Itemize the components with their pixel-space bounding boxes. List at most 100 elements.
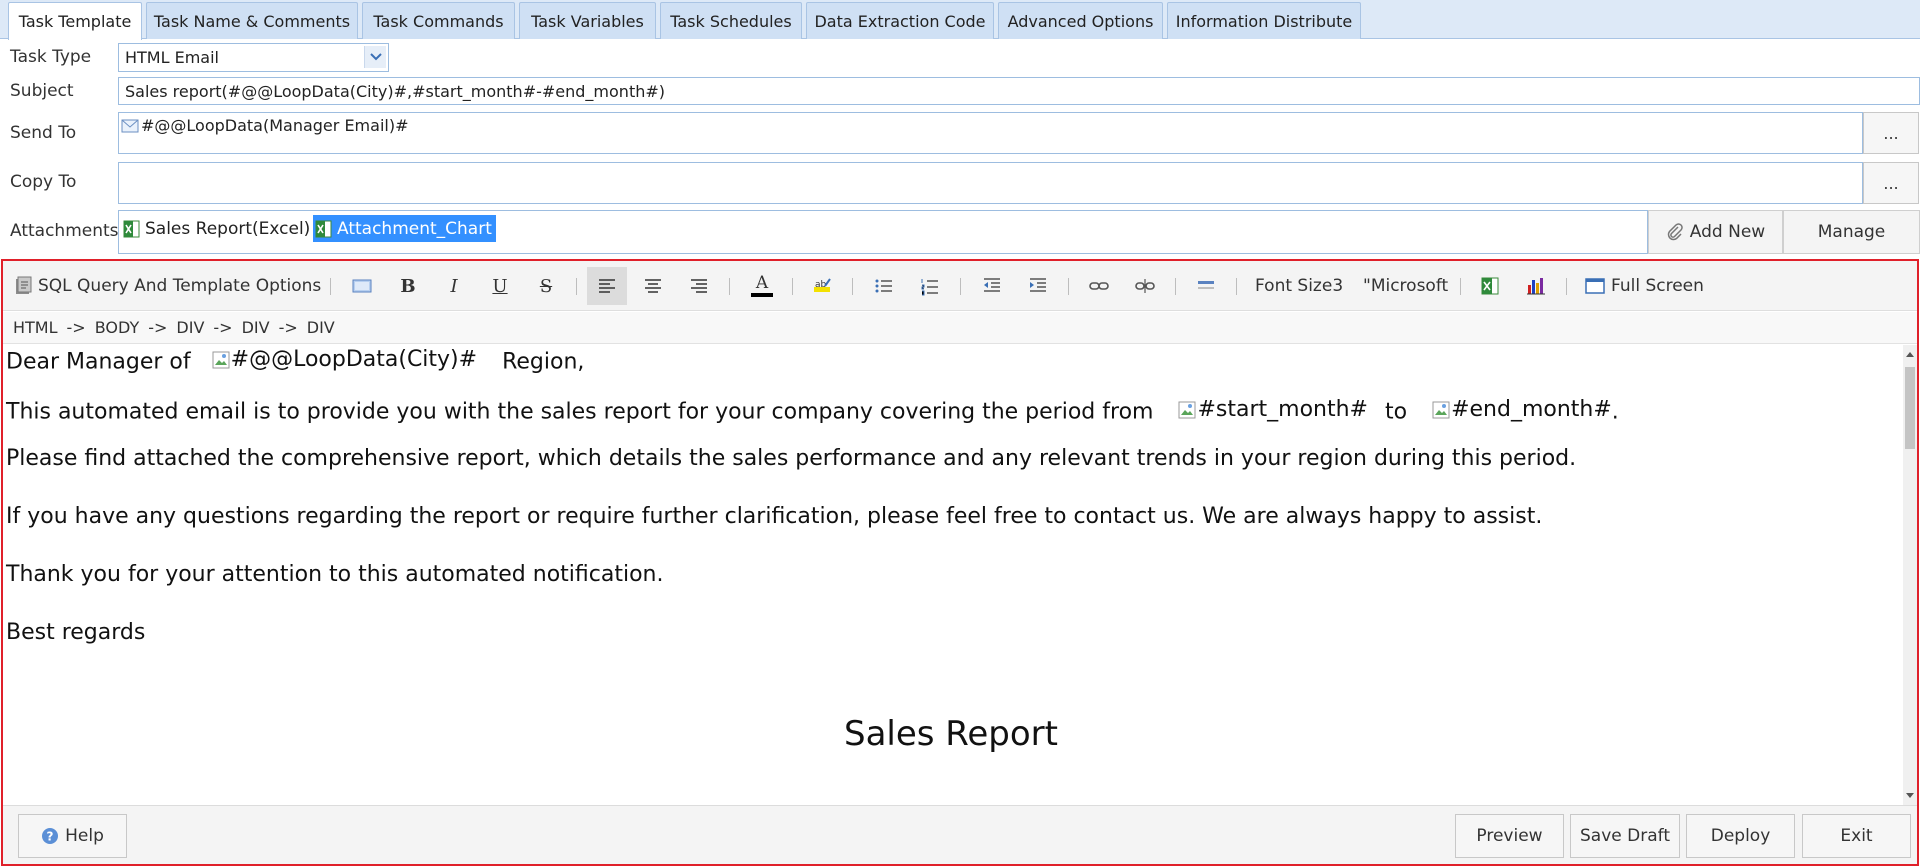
subject-value: Sales report(#@@LoopData(City)#,#start_m… <box>125 82 665 101</box>
align-left-button[interactable] <box>587 267 627 305</box>
link-button[interactable] <box>1084 267 1114 305</box>
tab-advanced-options[interactable]: Advanced Options <box>998 2 1163 39</box>
placeholder-text: #end_month# <box>1451 397 1612 422</box>
end-month-placeholder[interactable]: #end_month# <box>1432 397 1612 422</box>
tab-task-variables[interactable]: Task Variables <box>519 2 656 39</box>
exit-button[interactable]: Exit <box>1802 814 1911 858</box>
placeholder-text: #start_month# <box>1197 397 1368 422</box>
unlink-button[interactable] <box>1130 267 1160 305</box>
tab-label: Task Name & Comments <box>153 11 351 31</box>
align-center-button[interactable] <box>638 267 668 305</box>
toolbar-separator <box>1068 278 1069 295</box>
deploy-button[interactable]: Deploy <box>1686 814 1795 858</box>
send-to-browse-button[interactable]: ... <box>1863 112 1919 154</box>
path-item[interactable]: DIV <box>307 318 335 337</box>
font-color-icon: A <box>755 273 769 293</box>
report-title: Sales Report <box>843 714 1058 754</box>
browse-label: ... <box>1883 123 1899 143</box>
email-icon <box>121 119 139 132</box>
path-item[interactable]: HTML <box>13 318 58 337</box>
highlight-button[interactable]: ab <box>807 267 837 305</box>
city-placeholder[interactable]: #@@LoopData(City)# <box>212 347 477 372</box>
html-editor: SQL Query And Template Options B I U S A… <box>1 259 1919 866</box>
outdent-button[interactable] <box>977 267 1007 305</box>
deploy-label: Deploy <box>1710 826 1771 846</box>
editor-scrollbar[interactable] <box>1903 345 1917 805</box>
italic-button[interactable]: I <box>439 267 469 305</box>
tab-label: Task Template <box>18 12 132 31</box>
align-right-icon <box>691 279 707 293</box>
toolbar-separator <box>960 278 961 295</box>
manage-label: Manage <box>1817 222 1886 242</box>
intro-paragraph: This automated email is to provide you w… <box>6 397 1619 425</box>
toolbar-separator <box>576 278 577 295</box>
tab-label: Task Variables <box>531 11 644 31</box>
chevron-down-icon[interactable] <box>364 46 386 68</box>
greeting-text: Dear Manager of <box>6 349 191 375</box>
help-button[interactable]: ? Help <box>18 814 127 858</box>
intro-text: to <box>1384 399 1408 425</box>
send-to-token[interactable]: #@@LoopData(Manager Email)# <box>121 116 408 135</box>
tab-task-schedules[interactable]: Task Schedules <box>660 2 802 39</box>
broken-image-icon <box>1178 401 1196 418</box>
font-color-button[interactable]: A <box>747 267 777 305</box>
add-new-button[interactable]: Add New <box>1648 210 1783 254</box>
editor-content[interactable]: Dear Manager of #@@LoopData(City)# Regio… <box>3 345 1899 805</box>
horizontal-rule-icon <box>1198 281 1214 289</box>
path-separator: -> <box>66 318 86 337</box>
path-item[interactable]: BODY <box>95 318 140 337</box>
save-draft-button[interactable]: Save Draft <box>1570 814 1680 858</box>
task-type-select[interactable]: HTML Email <box>118 43 389 72</box>
toolbar-separator <box>792 278 793 295</box>
full-screen-button[interactable]: Full Screen <box>1585 267 1704 305</box>
manage-button[interactable]: Manage <box>1783 210 1920 254</box>
insert-chart-button[interactable] <box>1521 267 1551 305</box>
path-item[interactable]: DIV <box>242 318 270 337</box>
scroll-down-icon[interactable] <box>1905 791 1915 801</box>
horizontal-rule-button[interactable] <box>1191 267 1221 305</box>
copy-to-label: Copy To <box>10 172 77 192</box>
tab-task-name-comments[interactable]: Task Name & Comments <box>146 2 358 39</box>
intro-text: . <box>1611 399 1619 425</box>
indent-button[interactable] <box>1023 267 1053 305</box>
font-name-label: "Microsoft <box>1363 276 1449 296</box>
tab-information-distribute[interactable]: Information Distribute <box>1167 2 1361 39</box>
insert-excel-button[interactable] <box>1475 267 1505 305</box>
subject-input[interactable]: Sales report(#@@LoopData(City)#,#start_m… <box>118 77 1920 105</box>
underline-button[interactable]: U <box>485 267 515 305</box>
scroll-up-icon[interactable] <box>1905 349 1915 359</box>
toolbar-separator <box>1175 278 1176 295</box>
sql-options-icon <box>16 276 32 294</box>
numbered-list-button[interactable] <box>915 267 945 305</box>
insert-image-button[interactable] <box>347 267 377 305</box>
tab-task-template[interactable]: Task Template <box>8 2 142 40</box>
copy-to-input[interactable] <box>118 162 1863 204</box>
thanks-paragraph: Thank you for your attention to this aut… <box>6 562 664 587</box>
attachment-item-selected[interactable]: Attachment_Chart <box>313 215 496 242</box>
font-name-dropdown[interactable]: "Microsoft <box>1363 267 1448 305</box>
underline-icon: U <box>492 275 508 297</box>
tab-task-commands[interactable]: Task Commands <box>362 2 515 39</box>
strikethrough-button[interactable]: S <box>531 267 561 305</box>
align-right-button[interactable] <box>684 267 714 305</box>
intro-text: This automated email is to provide you w… <box>6 399 1154 425</box>
questions-paragraph: If you have any questions regarding the … <box>6 504 1543 529</box>
tab-data-extraction-code[interactable]: Data Extraction Code <box>806 2 994 39</box>
send-to-input[interactable]: #@@LoopData(Manager Email)# <box>118 112 1863 154</box>
font-color-swatch <box>751 293 773 297</box>
scroll-thumb[interactable] <box>1905 367 1915 449</box>
start-month-placeholder[interactable]: #start_month# <box>1178 397 1368 422</box>
attachment-name: Attachment_Chart <box>337 218 492 239</box>
link-icon <box>1089 282 1109 290</box>
attachment-item[interactable]: Sales Report(Excel) <box>121 215 314 242</box>
font-size-dropdown[interactable]: Font Size3 <box>1255 267 1343 305</box>
preview-button[interactable]: Preview <box>1455 814 1564 858</box>
path-separator: -> <box>148 318 168 337</box>
bullet-list-button[interactable] <box>869 267 899 305</box>
indent-icon <box>1030 278 1046 292</box>
bold-button[interactable]: B <box>393 267 423 305</box>
copy-to-browse-button[interactable]: ... <box>1863 162 1919 204</box>
path-item[interactable]: DIV <box>176 318 204 337</box>
broken-image-icon <box>212 351 230 368</box>
sql-options-button[interactable]: SQL Query And Template Options <box>13 267 321 305</box>
